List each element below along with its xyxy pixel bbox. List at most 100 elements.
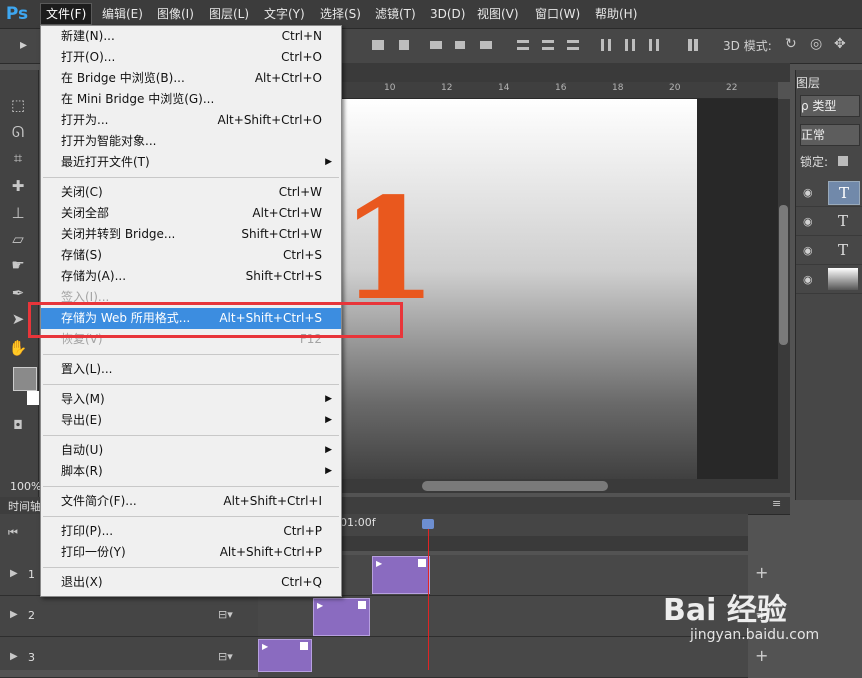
playhead-handle[interactable] (422, 519, 434, 529)
distribute-top-icon[interactable] (515, 37, 531, 53)
submenu-arrow-icon: ▶ (325, 415, 332, 425)
expand-arrow-icon[interactable]: ▶ (10, 568, 18, 579)
menu-3d[interactable]: 3D(D) (425, 4, 470, 24)
menu-item-import[interactable]: 导入(M) ▶ (41, 389, 341, 410)
eraser-tool-icon[interactable]: ▱ (8, 229, 28, 249)
menu-image[interactable]: 图像(I) (152, 4, 199, 24)
distribute-right-icon[interactable] (646, 37, 662, 53)
expand-arrow-icon[interactable]: ▶ (10, 651, 18, 662)
crop-tool-icon[interactable]: ⌗ (8, 148, 28, 168)
menu-item-exit[interactable]: 退出(X) Ctrl+Q (41, 572, 341, 593)
3d-roll-icon[interactable]: ◎ (810, 36, 822, 52)
menu-item-automate[interactable]: 自动(U) ▶ (41, 440, 341, 461)
background-color-swatch[interactable] (27, 391, 39, 405)
menu-filter[interactable]: 滤镜(T) (370, 4, 421, 24)
menu-item-label: 置入(L)... (61, 362, 113, 376)
layer-filter-select[interactable]: ρ 类型 (800, 95, 860, 117)
menu-item-open-smart-object[interactable]: 打开为智能对象... (41, 131, 341, 152)
pen-tool-icon[interactable]: ✒ (8, 283, 28, 303)
lasso-tool-icon[interactable]: ᘏ (8, 122, 28, 142)
app-logo[interactable]: Ps (4, 3, 30, 25)
menu-item-browse-bridge[interactable]: 在 Bridge 中浏览(B)... Alt+Ctrl+O (41, 68, 341, 89)
timeline-clip[interactable]: ▶ (258, 639, 312, 672)
menu-select[interactable]: 选择(S) (315, 4, 366, 24)
menu-item-save[interactable]: 存储(S) Ctrl+S (41, 245, 341, 266)
go-to-first-frame-icon[interactable]: ⏮ (8, 526, 18, 540)
vertical-scroll-thumb[interactable] (779, 205, 788, 345)
move-tool-option-icon[interactable]: ▸ (20, 37, 27, 53)
menu-item-recent-files[interactable]: 最近打开文件(T) ▶ (41, 152, 341, 173)
menu-item-file-info[interactable]: 文件简介(F)... Alt+Shift+Ctrl+I (41, 491, 341, 512)
menu-item-shortcut: Alt+Shift+Ctrl+O (217, 113, 322, 127)
hand-tool-icon[interactable]: ✋ (8, 338, 28, 358)
foreground-color-swatch[interactable] (13, 367, 37, 391)
menu-edit[interactable]: 编辑(E) (97, 4, 148, 24)
gradient-layer-thumbnail[interactable] (828, 268, 858, 290)
ruler-tick-label: 18 (612, 83, 624, 93)
menu-item-place[interactable]: 置入(L)... (41, 359, 341, 380)
timeline-title[interactable]: 时间轴 (8, 498, 41, 514)
menu-item-export[interactable]: 导出(E) ▶ (41, 410, 341, 431)
visibility-eye-icon[interactable]: ◉ (803, 244, 813, 257)
timeline-clip[interactable]: ▶ (313, 598, 370, 636)
distribute-bottom-icon[interactable] (565, 37, 581, 53)
blend-mode-select[interactable]: 正常 (800, 124, 860, 146)
align-top-icon[interactable] (370, 37, 386, 53)
visibility-eye-icon[interactable]: ◉ (803, 273, 813, 286)
timeline-track-lane[interactable] (258, 637, 748, 678)
menu-item-browse-mini-bridge[interactable]: 在 Mini Bridge 中浏览(G)... (41, 89, 341, 110)
visibility-eye-icon[interactable]: ◉ (803, 186, 813, 199)
menu-window[interactable]: 窗口(W) (530, 4, 585, 24)
menu-layer[interactable]: 图层(L) (204, 4, 254, 24)
3d-pan-icon[interactable]: ✥ (834, 36, 846, 52)
distribute-hcenter-icon[interactable] (622, 37, 638, 53)
menu-item-close[interactable]: 关闭(C) Ctrl+W (41, 182, 341, 203)
menu-type[interactable]: 文字(Y) (259, 4, 310, 24)
text-layer-thumbnail[interactable]: T (828, 210, 858, 232)
align-vcenter-icon[interactable] (396, 37, 412, 53)
timeline-track-row[interactable]: ▶ 2 ⊟▾ (0, 596, 258, 637)
panel-menu-icon[interactable]: ≡ (772, 497, 781, 510)
distribute-left-icon[interactable] (598, 37, 614, 53)
text-layer-thumbnail[interactable]: T (828, 239, 858, 261)
menu-view[interactable]: 视图(V) (472, 4, 524, 24)
film-strip-icon[interactable]: ⊟▾ (218, 608, 233, 621)
timeline-playhead[interactable] (428, 524, 429, 670)
marquee-tool-icon[interactable]: ⬚ (8, 95, 28, 115)
quick-mask-icon[interactable]: ◘ (8, 415, 28, 435)
menu-item-scripts[interactable]: 脚本(R) ▶ (41, 461, 341, 482)
align-right-icon[interactable] (478, 37, 494, 53)
align-left-icon[interactable] (428, 37, 444, 53)
menu-item-print[interactable]: 打印(P)... Ctrl+P (41, 521, 341, 542)
distribute-vcenter-icon[interactable] (540, 37, 556, 53)
horizontal-scroll-thumb[interactable] (422, 481, 608, 491)
auto-align-icon[interactable] (685, 37, 701, 53)
lock-transparent-icon[interactable] (838, 156, 848, 166)
layers-tab[interactable]: 图层 (796, 74, 820, 91)
menu-help[interactable]: 帮助(H) (590, 4, 642, 24)
menu-item-label: 新建(N)... (61, 29, 115, 43)
add-media-icon[interactable]: + (755, 646, 768, 665)
visibility-eye-icon[interactable]: ◉ (803, 215, 813, 228)
path-selection-icon[interactable]: ➤ (8, 309, 28, 329)
menu-item-new[interactable]: 新建(N)... Ctrl+N (41, 26, 341, 47)
healing-brush-icon[interactable]: ✚ (8, 176, 28, 196)
menu-item-print-one-copy[interactable]: 打印一份(Y) Alt+Shift+Ctrl+P (41, 542, 341, 563)
expand-arrow-icon[interactable]: ▶ (10, 609, 18, 620)
align-hcenter-icon[interactable] (452, 37, 468, 53)
menu-item-close-go-bridge[interactable]: 关闭并转到 Bridge... Shift+Ctrl+W (41, 224, 341, 245)
timeline-track-row[interactable]: ▶ 3 ⊟▾ (0, 637, 258, 678)
menu-item-open-as[interactable]: 打开为... Alt+Shift+Ctrl+O (41, 110, 341, 131)
timeline-clip[interactable]: ▶ (372, 556, 430, 594)
3d-rotate-icon[interactable]: ↻ (785, 36, 797, 52)
add-media-icon[interactable]: + (755, 563, 768, 582)
text-layer-thumbnail[interactable]: T (828, 181, 860, 205)
zoom-level[interactable]: 100% (10, 480, 41, 493)
menu-item-close-all[interactable]: 关闭全部 Alt+Ctrl+W (41, 203, 341, 224)
menu-item-save-as[interactable]: 存储为(A)... Shift+Ctrl+S (41, 266, 341, 287)
stamp-tool-icon[interactable]: ⊥ (8, 203, 28, 223)
film-strip-icon[interactable]: ⊟▾ (218, 650, 233, 663)
menu-file[interactable]: 文件(F) (40, 3, 93, 25)
menu-item-open[interactable]: 打开(O)... Ctrl+O (41, 47, 341, 68)
smudge-tool-icon[interactable]: ☛ (8, 255, 28, 275)
